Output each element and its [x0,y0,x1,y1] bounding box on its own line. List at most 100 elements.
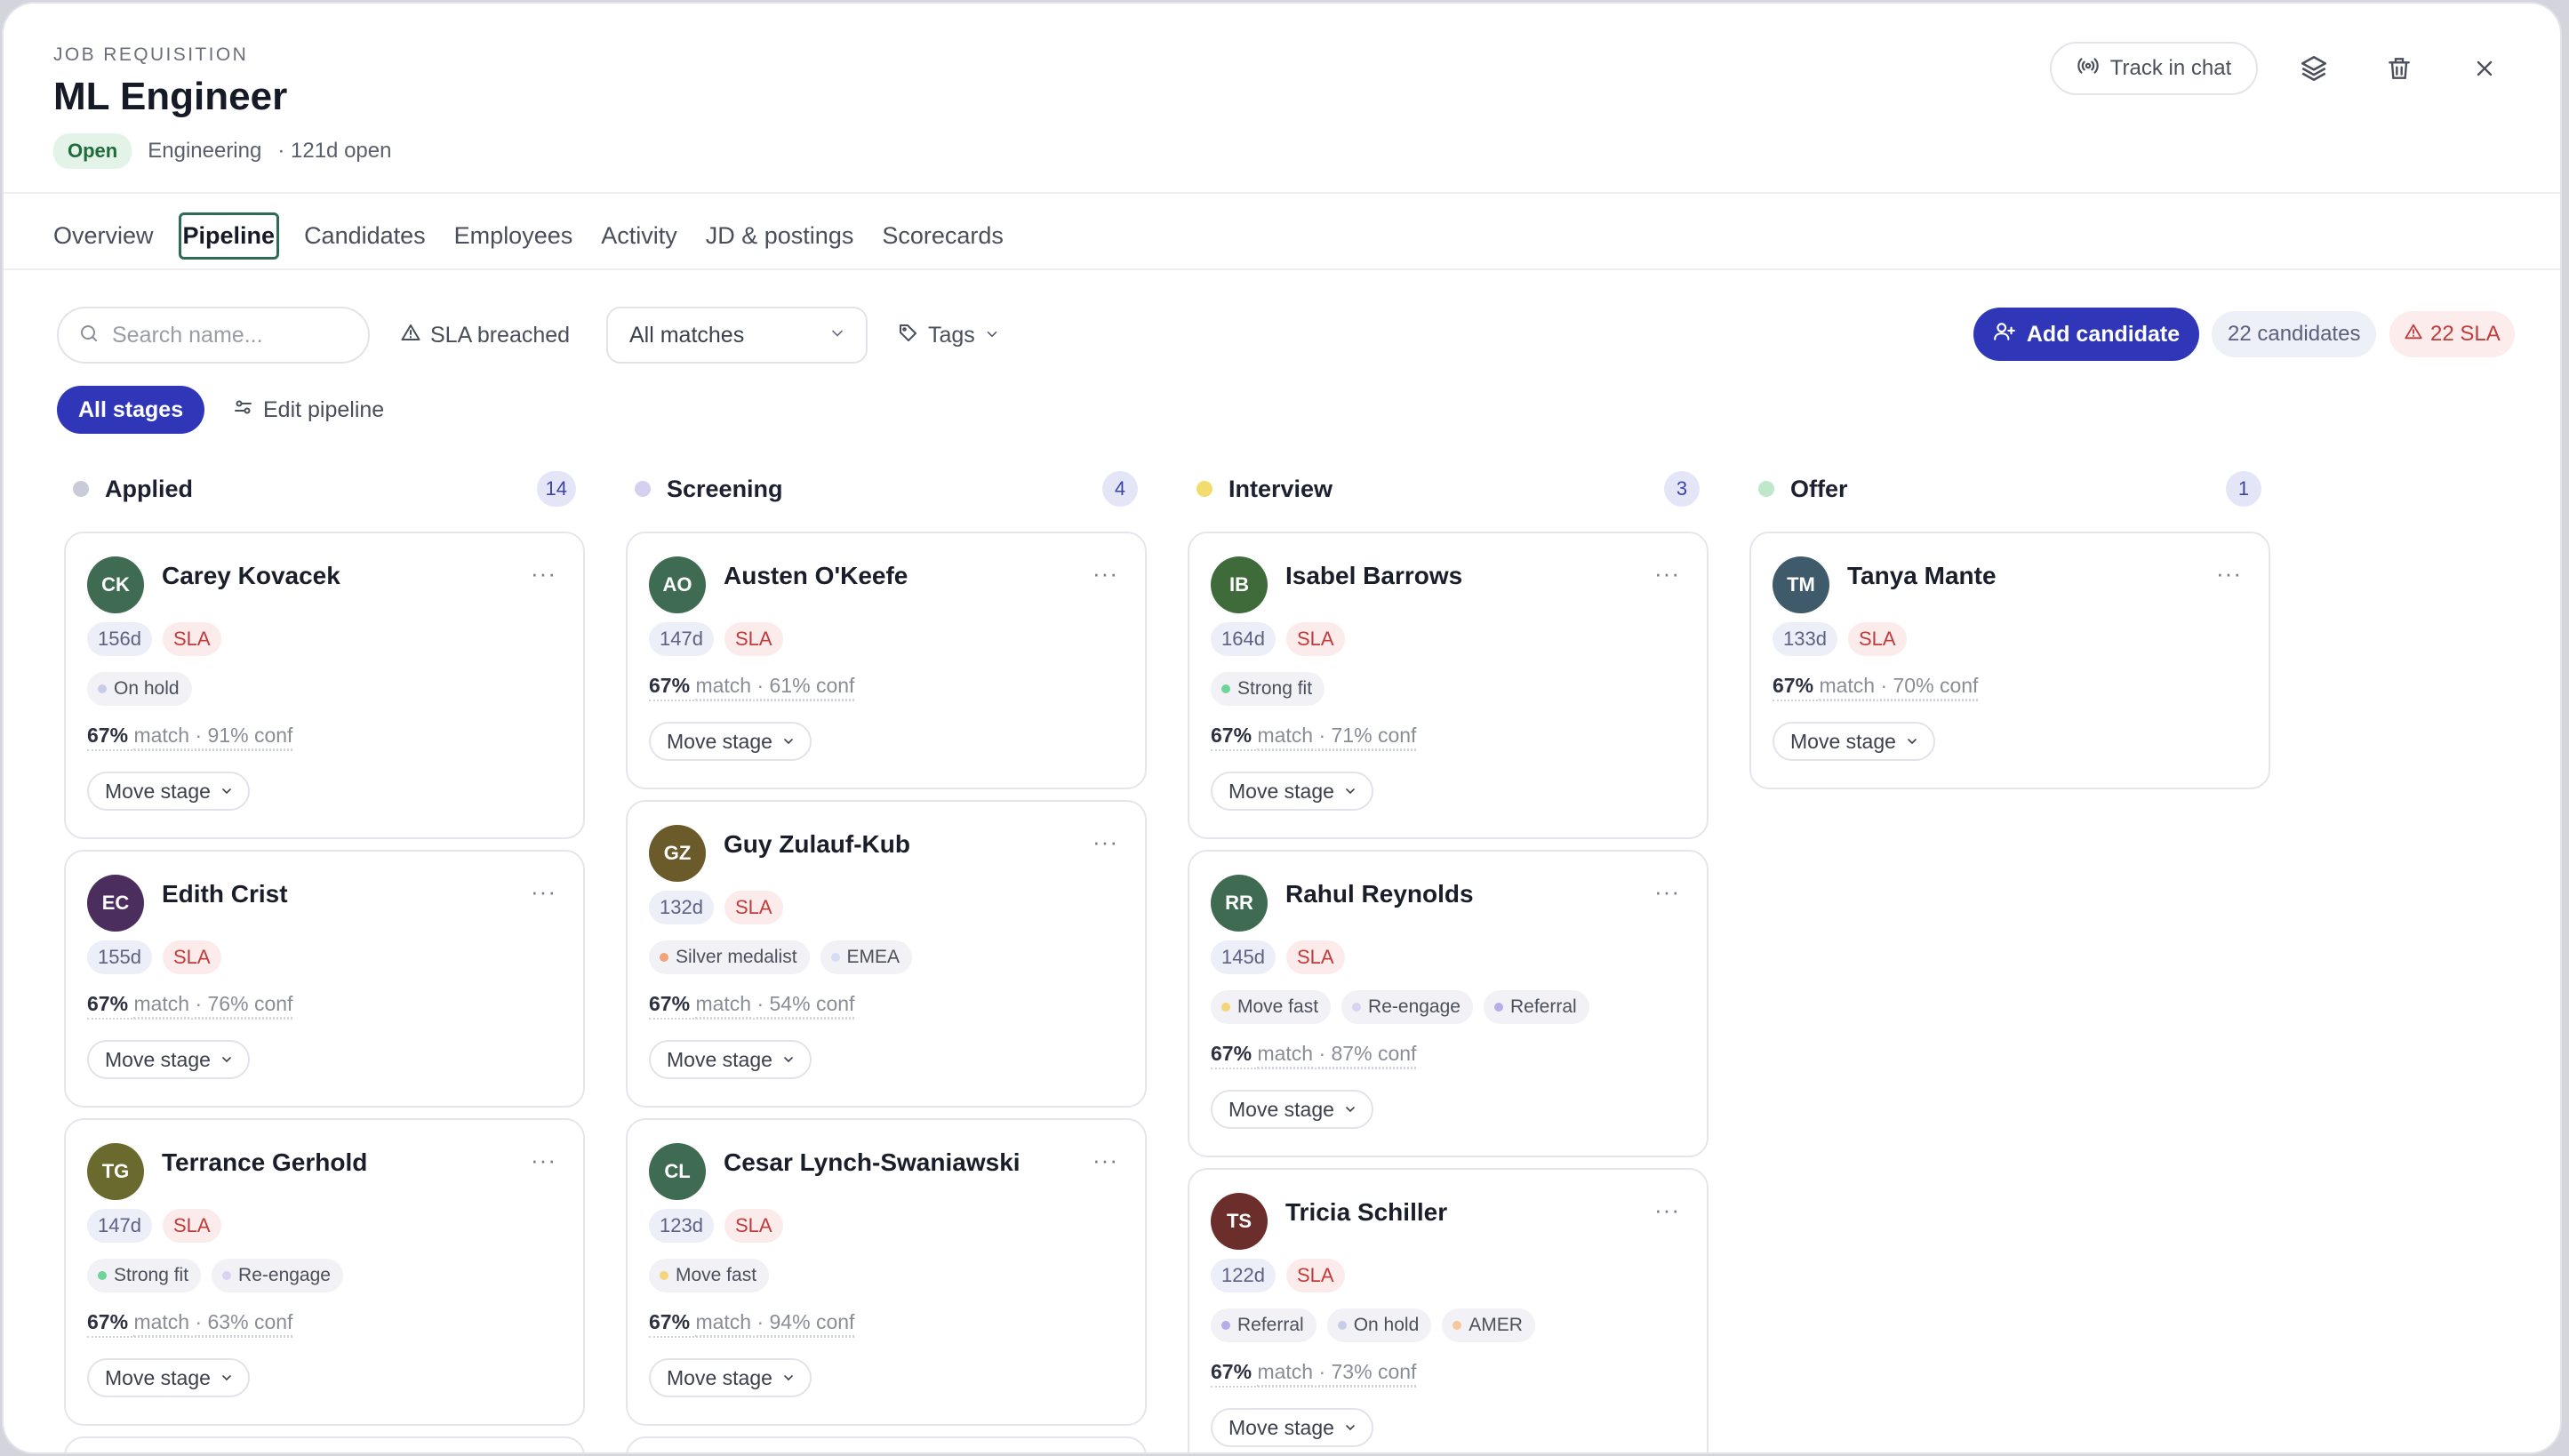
move-stage-button[interactable]: Move stage [1211,1090,1373,1129]
move-stage-button[interactable]: Move stage [649,1040,812,1079]
chevron-down-icon [1343,1098,1357,1122]
tags-filter[interactable]: Tags [898,315,1000,356]
candidate-name[interactable]: Terrance Gerhold [162,1148,367,1177]
days-badge: 145d [1211,940,1276,974]
move-stage-label: Move stage [667,1047,772,1071]
candidate-card[interactable]: CL Cesar Lynch-Swaniawski ··· 123d SLA M… [626,1118,1147,1426]
match-word: match [695,674,752,700]
confidence-text: · 63% conf [195,1310,293,1337]
candidate-card-partial[interactable] [64,1436,585,1452]
candidate-card[interactable]: GZ Guy Zulauf-Kub ··· 132d SLA Silver me… [626,800,1147,1108]
chevron-down-icon [220,1048,234,1072]
requisition-meta: Open Engineering · 121d open [53,133,391,169]
more-options-icon[interactable]: ··· [531,1147,556,1174]
candidate-card[interactable]: AO Austen O'Keefe ··· 147d SLA 67% match… [626,532,1147,789]
tag-dot [1453,1321,1462,1330]
match-percent: 67% [87,992,129,1015]
card-tags: Silver medalist EMEA [649,940,913,974]
tag-chip: Strong fit [1211,672,1325,706]
search-input[interactable] [112,322,343,348]
candidate-name[interactable]: Edith Crist [162,880,288,908]
match-percent: 67% [1773,674,1814,697]
more-options-icon[interactable]: ··· [2216,560,2242,588]
sla-breached-filter[interactable]: SLA breached [400,315,570,356]
tab-activity[interactable]: Activity [601,213,677,259]
edit-pipeline-button[interactable]: Edit pipeline [233,391,384,428]
candidate-card[interactable]: EC Edith Crist ··· 155d SLA 67% match · … [64,850,585,1108]
move-stage-button[interactable]: Move stage [87,1358,250,1397]
add-candidate-button[interactable]: Add candidate [1973,308,2199,361]
candidate-card[interactable]: TM Tanya Mante ··· 133d SLA 67% match · … [1749,532,2270,789]
stage-dot [1758,481,1774,497]
candidate-name[interactable]: Rahul Reynolds [1285,880,1474,908]
search-box [57,307,370,364]
move-stage-button[interactable]: Move stage [649,1358,812,1397]
candidate-name[interactable]: Austen O'Keefe [724,562,908,590]
sla-breached-label: SLA breached [430,322,571,348]
candidate-name[interactable]: Isabel Barrows [1285,562,1462,590]
stage-dot [635,481,651,497]
eyebrow-label: JOB REQUISITION [53,44,249,65]
move-stage-button[interactable]: Move stage [649,722,812,761]
candidate-name[interactable]: Guy Zulauf-Kub [724,830,910,859]
candidate-name[interactable]: Carey Kovacek [162,562,340,590]
card-badges: 123d SLA [649,1209,783,1243]
stage-header: Offer 1 [1744,466,2270,512]
more-options-icon[interactable]: ··· [1654,878,1680,906]
sla-badge: SLA [1285,622,1345,656]
more-options-icon[interactable]: ··· [531,878,556,906]
card-tags: Strong fit Re-engage [87,1259,343,1292]
more-options-icon[interactable]: ··· [1654,560,1680,588]
all-stages-button[interactable]: All stages [57,386,205,434]
layers-icon[interactable] [2293,48,2334,89]
days-badge: 156d [87,622,152,656]
card-actions: Move stage [649,1040,812,1079]
more-options-icon[interactable]: ··· [1092,560,1118,588]
candidate-card-partial[interactable] [626,1436,1147,1452]
match-word: match [1257,1360,1314,1387]
tab-scorecards[interactable]: Scorecards [882,213,1004,259]
tab-pipeline[interactable]: Pipeline [178,212,280,260]
close-icon[interactable] [2464,48,2505,89]
more-options-icon[interactable]: ··· [1654,1196,1680,1224]
sla-count-label: 22 SLA [2430,322,2501,346]
tab-overview[interactable]: Overview [53,213,154,259]
tab-jd-postings[interactable]: JD & postings [706,213,854,259]
track-in-chat-button[interactable]: Track in chat [2050,42,2258,95]
trash-icon[interactable] [2379,48,2420,89]
card-actions: Move stage [87,772,250,811]
card-badges: 122d SLA [1211,1259,1345,1292]
candidate-name[interactable]: Cesar Lynch-Swaniawski [724,1148,1020,1177]
move-stage-button[interactable]: Move stage [1211,772,1373,811]
confidence-text: · 94% conf [756,1310,855,1337]
candidate-card[interactable]: CK Carey Kovacek ··· 156d SLA On hold 67… [64,532,585,839]
match-word: match [1819,674,1876,700]
candidate-card[interactable]: TS Tricia Schiller ··· 122d SLA Referral… [1188,1168,1709,1452]
tab-candidates[interactable]: Candidates [304,213,426,259]
matches-select[interactable]: All matches [606,307,868,364]
candidate-name[interactable]: Tricia Schiller [1285,1198,1447,1227]
move-stage-label: Move stage [105,1047,211,1071]
tag-label: Strong fit [1237,678,1313,699]
move-stage-button[interactable]: Move stage [1211,1408,1373,1447]
more-options-icon[interactable]: ··· [531,560,556,588]
tag-label: Strong fit [114,1265,189,1285]
move-stage-button[interactable]: Move stage [1773,722,1935,761]
candidate-card[interactable]: IB Isabel Barrows ··· 164d SLA Strong fi… [1188,532,1709,839]
move-stage-button[interactable]: Move stage [87,1040,250,1079]
more-options-icon[interactable]: ··· [1092,828,1118,856]
sla-badge: SLA [162,1209,221,1243]
tag-chip: Move fast [649,1259,770,1292]
candidate-card[interactable]: RR Rahul Reynolds ··· 145d SLA Move fast… [1188,850,1709,1157]
match-percent: 67% [1211,724,1252,747]
stage-count-badge: 1 [2226,471,2261,507]
candidate-card[interactable]: TG Terrance Gerhold ··· 147d SLA Strong … [64,1118,585,1426]
card-badges: 133d SLA [1773,622,1907,656]
match-score: 67% match · 63% conf [87,1310,293,1338]
move-stage-label: Move stage [667,1365,772,1389]
more-options-icon[interactable]: ··· [1092,1147,1118,1174]
move-stage-button[interactable]: Move stage [87,772,250,811]
card-tags: On hold [87,672,192,706]
candidate-name[interactable]: Tanya Mante [1847,562,1997,590]
tab-employees[interactable]: Employees [454,213,573,259]
